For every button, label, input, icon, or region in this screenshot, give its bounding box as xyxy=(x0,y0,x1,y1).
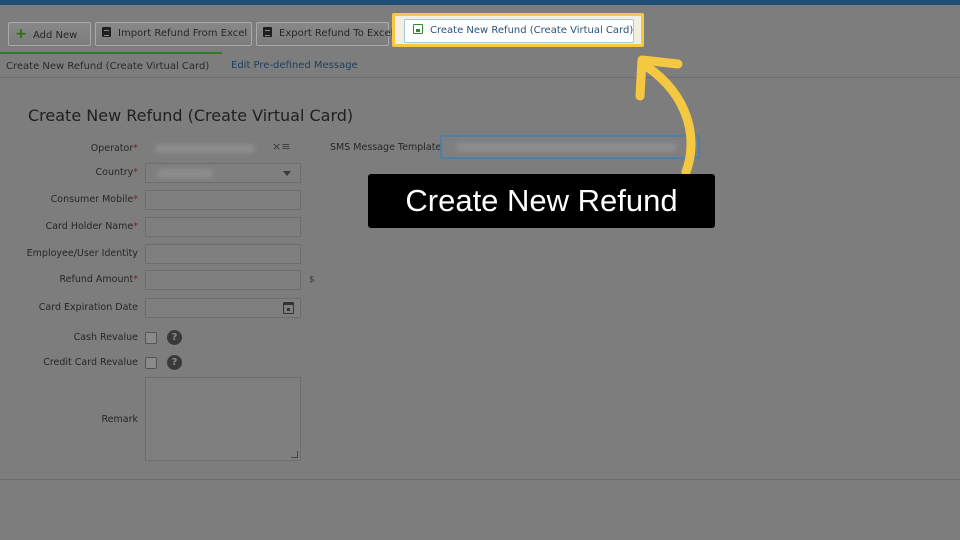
curved-arrow-annotation xyxy=(635,55,696,177)
arrow-curve xyxy=(641,61,696,177)
callout-label: Create New Refund xyxy=(368,174,715,228)
